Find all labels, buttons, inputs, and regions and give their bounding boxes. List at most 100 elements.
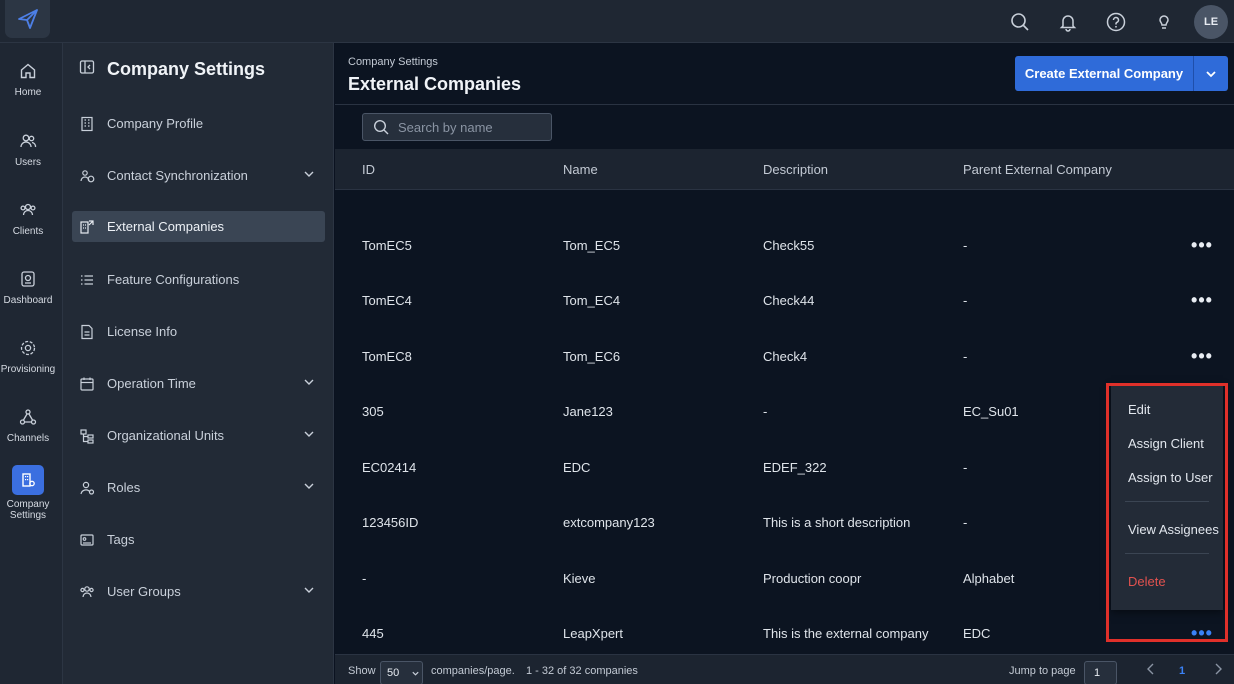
- calendar-icon: [78, 375, 96, 393]
- cell-parent: -: [963, 460, 968, 475]
- dashboard-icon: [18, 269, 38, 289]
- sidebar-item-label: Contact Synchronization: [107, 168, 248, 183]
- cell-description: EDEF_322: [763, 460, 827, 475]
- menu-item-assign-client[interactable]: Assign Client: [1128, 436, 1204, 451]
- role-user-icon: [78, 479, 96, 497]
- cell-parent: Alphabet: [963, 571, 1015, 586]
- cell-description: -: [763, 404, 768, 419]
- more-options-icon[interactable]: •••: [1190, 346, 1214, 366]
- current-page[interactable]: 1: [1179, 665, 1185, 677]
- table-row[interactable]: EC02414 EDC EDEF_322 -: [335, 441, 1234, 496]
- chevron-down-icon[interactable]: [303, 168, 315, 183]
- show-label: Show: [348, 665, 376, 677]
- app-logo[interactable]: [5, 0, 50, 38]
- lightbulb-icon[interactable]: [1140, 0, 1188, 43]
- chevron-down-icon[interactable]: [303, 584, 315, 599]
- top-icons: LE: [996, 0, 1228, 43]
- prev-page-icon[interactable]: [1145, 662, 1157, 679]
- table-row[interactable]: TomEC8 Tom_EC6 Check4 - •••: [335, 330, 1234, 385]
- sidebar-item-label: Organizational Units: [107, 428, 225, 443]
- rail-item-dashboard[interactable]: Dashboard: [0, 269, 56, 306]
- range-text: 1 - 32 of 32 companies: [526, 665, 638, 677]
- search-icon[interactable]: [996, 0, 1044, 43]
- column-header-description[interactable]: Description: [763, 162, 828, 177]
- sidebar-item-organizational-units[interactable]: Organizational Units: [72, 420, 325, 451]
- sidebar-item-feature-configurations[interactable]: Feature Configurations: [72, 264, 325, 295]
- cell-description: This is the external company: [763, 626, 929, 641]
- rail-item-users[interactable]: Users: [0, 131, 56, 168]
- create-options-dropdown[interactable]: [1193, 56, 1228, 91]
- collapse-sidebar-icon[interactable]: [79, 59, 95, 80]
- rail-item-home[interactable]: Home: [0, 61, 56, 98]
- sidebar-item-company-profile[interactable]: Company Profile: [72, 108, 325, 139]
- chevron-down-icon: [412, 671, 419, 676]
- sidebar-item-license-info[interactable]: License Info: [72, 316, 325, 347]
- table-row[interactable]: TomEC5 Tom_EC5 Check55 - •••: [335, 219, 1234, 274]
- create-external-company-button[interactable]: Create External Company: [1015, 56, 1193, 91]
- table-row[interactable]: - Kieve Production coopr Alphabet: [335, 552, 1234, 607]
- menu-item-edit[interactable]: Edit: [1128, 402, 1150, 417]
- org-tree-icon: [78, 427, 96, 445]
- search-input[interactable]: [398, 119, 538, 135]
- home-icon: [18, 61, 38, 81]
- sidebar-item-contact-synchronization[interactable]: Contact Synchronization: [72, 160, 325, 191]
- column-header-name[interactable]: Name: [563, 162, 598, 177]
- table-row[interactable]: TomEC4 Tom_EC4 Check44 - •••: [335, 274, 1234, 329]
- cell-name: Kieve: [563, 571, 596, 586]
- list-icon: [78, 271, 96, 289]
- rail-item-company-settings[interactable]: Company Settings: [0, 465, 56, 521]
- cell-name: EDC: [563, 460, 591, 475]
- column-header-id[interactable]: ID: [362, 162, 375, 177]
- cell-id: 123456ID: [362, 515, 419, 530]
- more-options-icon[interactable]: •••: [1190, 235, 1214, 255]
- more-options-icon[interactable]: •••: [1190, 623, 1214, 643]
- menu-divider: [1125, 501, 1209, 502]
- rail-item-channels[interactable]: Channels: [0, 407, 56, 444]
- menu-item-delete[interactable]: Delete: [1128, 574, 1166, 589]
- sidebar-item-label: Tags: [107, 532, 135, 547]
- next-page-icon[interactable]: [1212, 662, 1224, 679]
- cell-parent: -: [963, 349, 968, 364]
- cell-parent: -: [963, 515, 968, 530]
- sidebar-item-label: License Info: [107, 324, 178, 339]
- cell-parent: EDC: [963, 626, 991, 641]
- per-page-select[interactable]: 50: [380, 661, 423, 684]
- sidebar-title: Company Settings: [107, 59, 266, 79]
- menu-item-assign-to-user[interactable]: Assign to User: [1128, 470, 1213, 485]
- column-header-parent[interactable]: Parent External Company: [963, 162, 1112, 177]
- sidebar-item-label: Company Profile: [107, 116, 204, 131]
- rail-item-clients[interactable]: Clients: [0, 200, 56, 237]
- cell-id: 445: [362, 626, 384, 641]
- search-box: [362, 113, 552, 141]
- rail-item-provisioning[interactable]: Provisioning: [0, 338, 56, 375]
- per-page-suffix: companies/page.: [431, 665, 515, 677]
- sidebar-item-roles[interactable]: Roles: [72, 472, 325, 503]
- chevron-down-icon[interactable]: [303, 428, 315, 443]
- help-icon[interactable]: [1092, 0, 1140, 43]
- table-row[interactable]: 305 Jane123 - EC_Su01: [335, 385, 1234, 440]
- chevron-down-icon[interactable]: [303, 480, 315, 495]
- chevron-down-icon[interactable]: [303, 376, 315, 391]
- tag-icon: [78, 531, 96, 549]
- menu-item-view-assignees[interactable]: View Assignees: [1128, 522, 1219, 537]
- external-companies-icon: [78, 218, 96, 236]
- rail-item-label: Clients: [12, 226, 44, 237]
- sidebar-item-label: Roles: [107, 480, 141, 495]
- cell-description: Check55: [763, 238, 815, 253]
- sidebar-item-user-groups[interactable]: User Groups: [72, 576, 325, 607]
- bell-icon[interactable]: [1044, 0, 1092, 43]
- cell-name: extcompany123: [563, 515, 655, 530]
- sidebar-item-label: Operation Time: [107, 376, 196, 391]
- avatar[interactable]: LE: [1194, 4, 1228, 39]
- gear-icon: [18, 338, 38, 358]
- menu-divider: [1125, 553, 1209, 554]
- sidebar-item-operation-time[interactable]: Operation Time: [72, 368, 325, 399]
- sidebar-item-tags[interactable]: Tags: [72, 524, 325, 555]
- jump-to-page-input[interactable]: 1: [1084, 661, 1117, 684]
- table-row[interactable]: 123456ID extcompany123 This is a short d…: [335, 496, 1234, 551]
- more-options-icon[interactable]: •••: [1190, 290, 1214, 310]
- settings-sidebar: Company Settings Company Profile Contact…: [63, 43, 334, 684]
- building-icon: [12, 465, 44, 495]
- breadcrumb[interactable]: Company Settings: [348, 56, 438, 68]
- sidebar-item-external-companies[interactable]: External Companies: [72, 211, 325, 242]
